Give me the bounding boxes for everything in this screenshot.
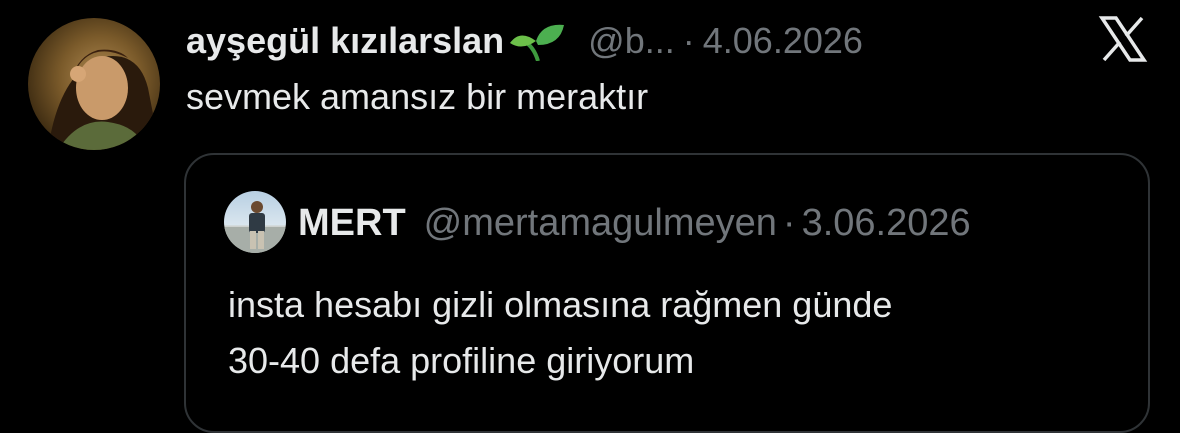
separator-dot: · bbox=[682, 20, 695, 61]
quoted-tweet[interactable]: MERT @mertamagulmeyen · 3.06.2026 insta … bbox=[184, 153, 1150, 433]
avatar-photo-icon bbox=[48, 49, 160, 150]
tweet-header: ayşegül kızılarslan @b... · 4.06.2026 bbox=[186, 16, 863, 66]
x-logo-icon[interactable] bbox=[1098, 14, 1148, 64]
tweet-date[interactable]: 4.06.2026 bbox=[703, 20, 863, 62]
quoted-text-line: insta hesabı gizli olmasına rağmen günde bbox=[228, 284, 893, 325]
quoted-author-handle[interactable]: @mertamagulmeyen bbox=[424, 202, 777, 245]
tweet-text: sevmek amansız bir meraktır bbox=[186, 76, 649, 117]
quoted-tweet-date[interactable]: 3.06.2026 bbox=[802, 202, 971, 245]
sprout-icon bbox=[508, 21, 566, 62]
quoted-author-display-name[interactable]: MERT bbox=[298, 202, 406, 245]
author-display-name[interactable]: ayşegül kızılarslan bbox=[186, 20, 504, 62]
quoted-author-avatar[interactable] bbox=[224, 191, 286, 253]
quoted-tweet-header: MERT @mertamagulmeyen · 3.06.2026 bbox=[298, 199, 971, 247]
author-avatar[interactable] bbox=[28, 18, 160, 150]
quoted-avatar-photo-icon bbox=[224, 201, 286, 253]
quoted-separator-dot: · bbox=[782, 201, 796, 244]
tweet-card[interactable]: ayşegül kızılarslan @b... · 4.06.2026 se… bbox=[0, 0, 1180, 433]
quoted-tweet-text: insta hesabı gizli olmasına rağmen günde… bbox=[228, 277, 892, 389]
author-handle[interactable]: @b... bbox=[588, 20, 675, 62]
quoted-text-line: 30-40 defa profiline giriyorum bbox=[228, 340, 695, 381]
